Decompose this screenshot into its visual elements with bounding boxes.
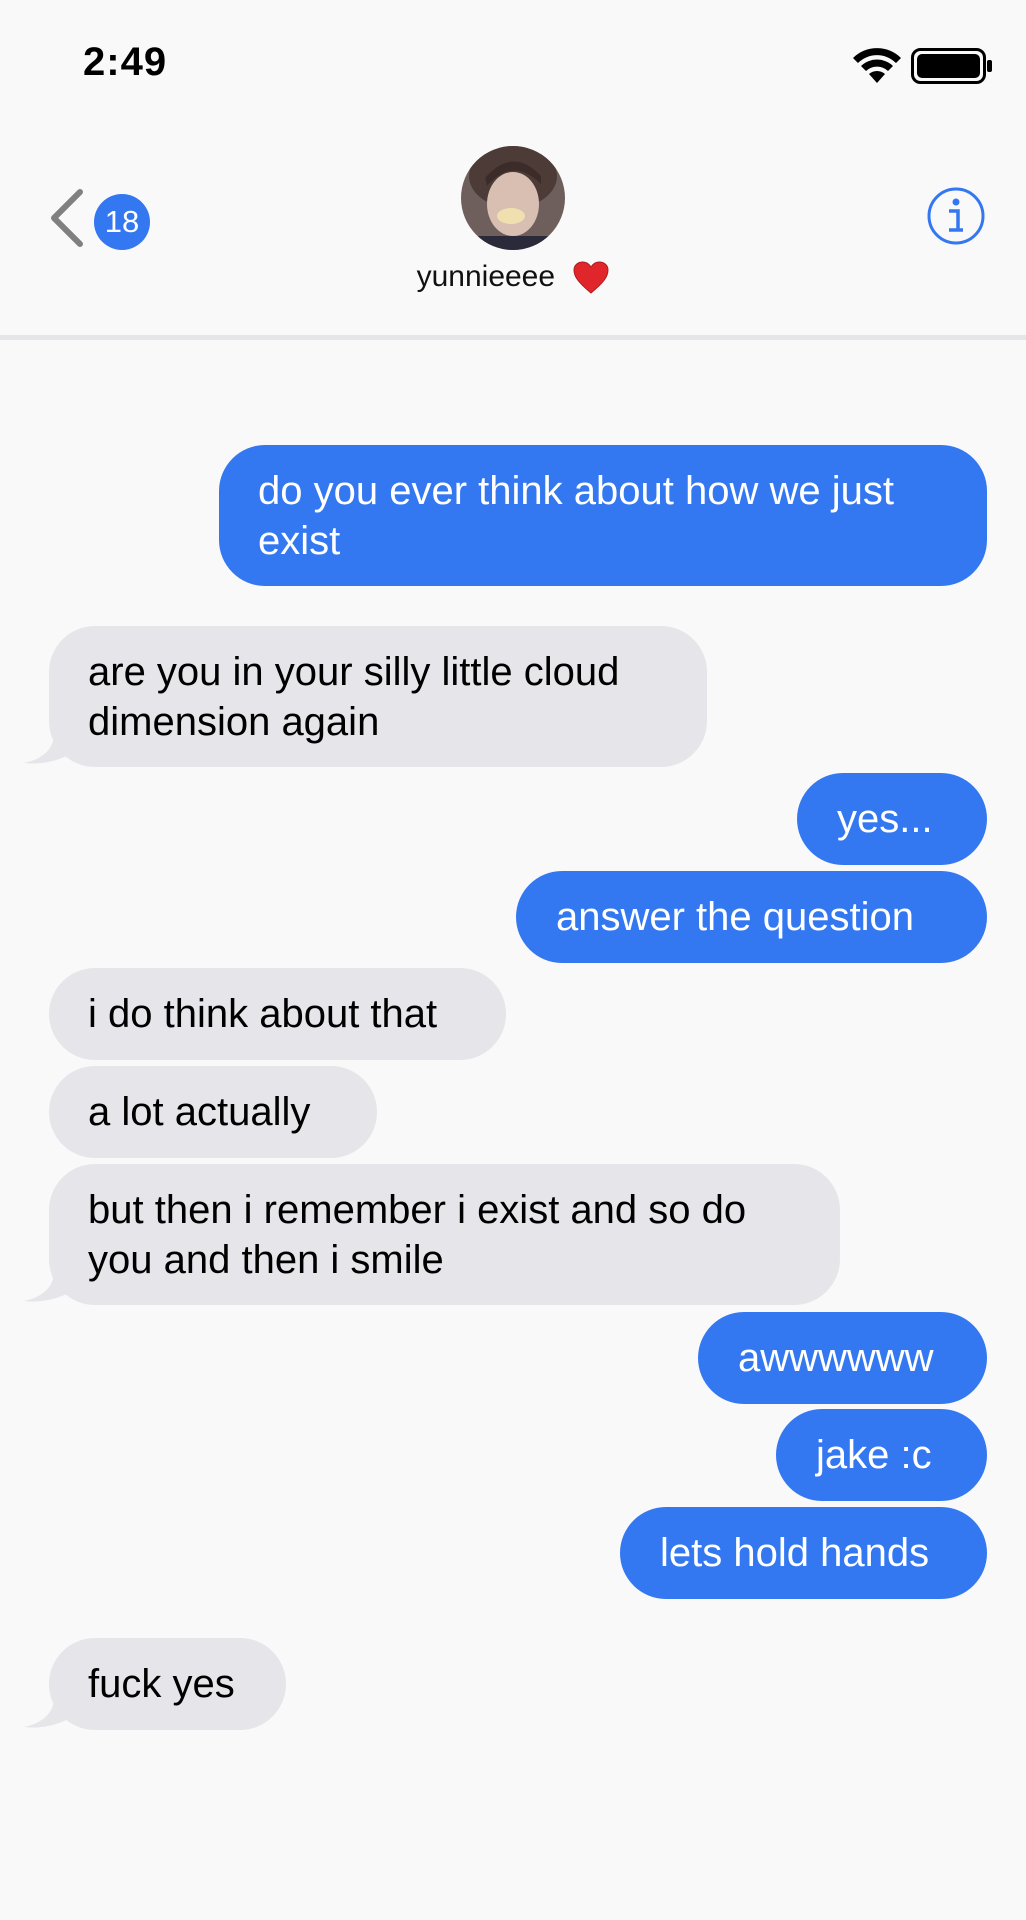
unread-count-badge: 18 <box>94 194 150 250</box>
avatar[interactable] <box>461 146 565 250</box>
message-bubble[interactable]: jake :c <box>776 1409 987 1501</box>
header-divider <box>0 335 1026 340</box>
message-bubble[interactable]: do you ever think about how we just exis… <box>219 445 987 586</box>
heart-icon <box>573 261 609 294</box>
bubble-tail <box>24 1699 72 1728</box>
message-bubble[interactable]: i do think about that <box>49 968 506 1060</box>
message-bubble[interactable]: answer the question <box>516 871 987 963</box>
bubble-tail <box>24 735 72 764</box>
chevron-left-icon <box>51 189 83 247</box>
message-bubble[interactable]: fuck yes <box>49 1638 286 1730</box>
status-bar: 2:49 <box>0 0 1026 130</box>
contact-name: yunnieeee <box>416 260 556 293</box>
message-bubble[interactable]: awwwwww <box>698 1312 987 1404</box>
back-button[interactable]: 18 <box>46 188 156 258</box>
conversation-header: 18 yunnieeee <box>0 130 1026 340</box>
message-bubble[interactable]: are you in your silly little cloud dimen… <box>49 626 707 767</box>
message-bubble[interactable]: yes... <box>797 773 987 865</box>
bubble-tail <box>24 1273 72 1302</box>
battery-icon <box>911 48 992 84</box>
message-bubble[interactable]: but then i remember i exist and so do yo… <box>49 1164 840 1305</box>
contact-name-row[interactable]: yunnieeee <box>0 260 1026 295</box>
status-time: 2:49 <box>83 40 168 84</box>
message-bubble[interactable]: lets hold hands <box>620 1507 987 1599</box>
info-icon[interactable] <box>926 186 986 246</box>
message-bubble[interactable]: a lot actually <box>49 1066 377 1158</box>
wifi-icon <box>853 48 901 83</box>
